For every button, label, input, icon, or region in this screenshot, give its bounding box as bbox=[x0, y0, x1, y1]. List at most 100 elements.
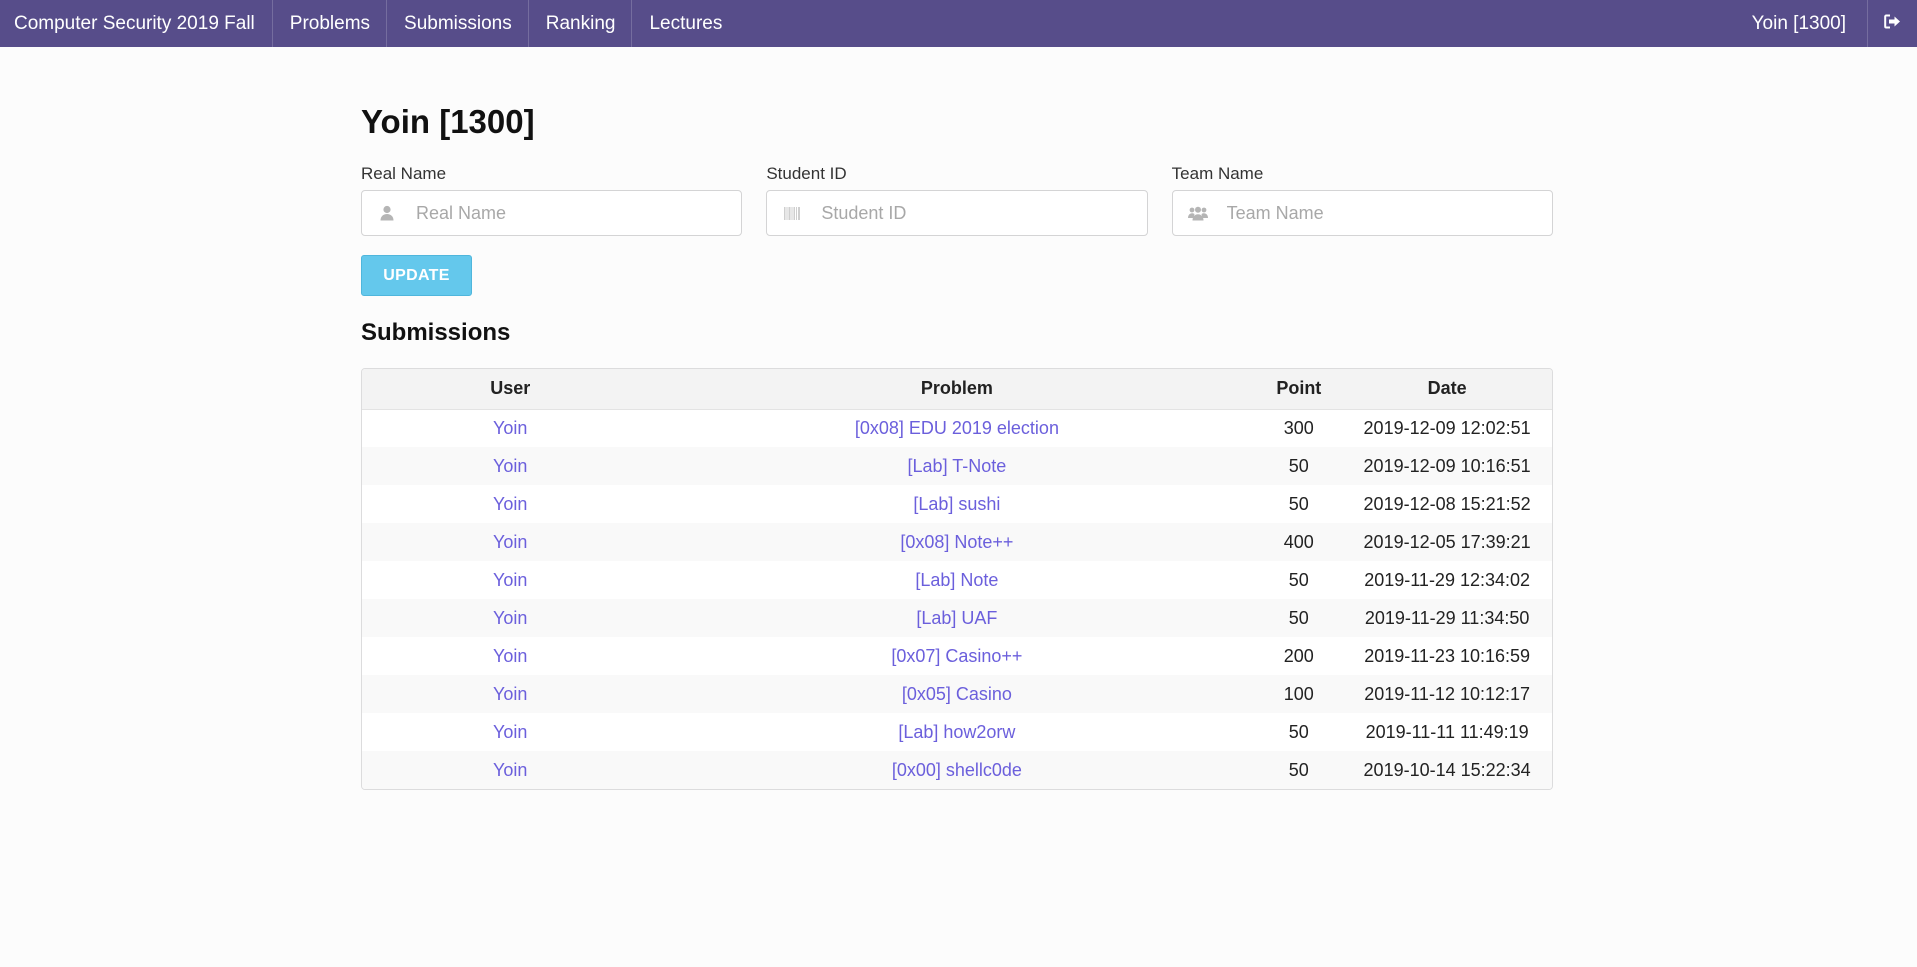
table-row: Yoin [0x08] Note++ 400 2019-12-05 17:39:… bbox=[362, 523, 1552, 561]
user-link[interactable]: Yoin bbox=[493, 722, 527, 742]
column-header-date: Date bbox=[1342, 369, 1552, 410]
user-link[interactable]: Yoin bbox=[493, 760, 527, 780]
real-name-input[interactable] bbox=[362, 191, 742, 235]
user-link[interactable]: Yoin bbox=[493, 608, 527, 628]
submissions-table-container: User Problem Point Date Yoin [0x08] EDU … bbox=[361, 368, 1553, 790]
column-header-user: User bbox=[362, 369, 659, 410]
cell-problem: [Lab] UAF bbox=[658, 599, 1256, 637]
top-navbar: Computer Security 2019 Fall Problems Sub… bbox=[0, 0, 1917, 47]
problem-link[interactable]: [Lab] sushi bbox=[913, 494, 1000, 514]
cell-problem: [Lab] T-Note bbox=[658, 447, 1256, 485]
page-title: Yoin [1300] bbox=[361, 103, 535, 140]
table-row: Yoin [Lab] how2orw 50 2019-11-11 11:49:1… bbox=[362, 713, 1552, 751]
team-name-field-group: Team Name bbox=[1171, 164, 1553, 236]
student-id-label: Student ID bbox=[766, 164, 847, 183]
cell-user: Yoin bbox=[362, 447, 659, 485]
nav-item-lectures[interactable]: Lectures bbox=[632, 0, 739, 47]
table-row: Yoin [Lab] sushi 50 2019-12-08 15:21:52 bbox=[362, 485, 1552, 523]
cell-date: 2019-12-05 17:39:21 bbox=[1342, 523, 1552, 561]
column-header-point: Point bbox=[1255, 369, 1343, 410]
cell-user: Yoin bbox=[362, 523, 659, 561]
cell-date: 2019-11-29 12:34:02 bbox=[1342, 561, 1552, 599]
real-name-field-group: Real Name bbox=[361, 164, 743, 236]
cell-date: 2019-11-29 11:34:50 bbox=[1342, 599, 1552, 637]
table-row: Yoin [0x08] EDU 2019 election 300 2019-1… bbox=[362, 409, 1552, 447]
team-name-input-wrapper bbox=[1171, 190, 1553, 236]
user-link[interactable]: Yoin bbox=[493, 456, 527, 476]
table-row: Yoin [Lab] UAF 50 2019-11-29 11:34:50 bbox=[362, 599, 1552, 637]
cell-problem: [0x08] EDU 2019 election bbox=[658, 409, 1256, 447]
cell-problem: [0x08] Note++ bbox=[658, 523, 1256, 561]
profile-form: Real Name Student ID bbox=[361, 164, 1553, 236]
problem-link[interactable]: [Lab] UAF bbox=[916, 608, 997, 628]
cell-date: 2019-11-23 10:16:59 bbox=[1342, 637, 1552, 675]
table-row: Yoin [Lab] Note 50 2019-11-29 12:34:02 bbox=[362, 561, 1552, 599]
cell-user: Yoin bbox=[362, 561, 659, 599]
cell-problem: [Lab] Note bbox=[658, 561, 1256, 599]
update-button[interactable]: UPDATE bbox=[361, 255, 472, 296]
nav-item-problems[interactable]: Problems bbox=[273, 0, 388, 47]
brand-link[interactable]: Computer Security 2019 Fall bbox=[0, 0, 273, 47]
cell-date: 2019-11-12 10:12:17 bbox=[1342, 675, 1552, 713]
table-row: Yoin [0x00] shellc0de 50 2019-10-14 15:2… bbox=[362, 751, 1552, 789]
cell-point: 400 bbox=[1255, 523, 1343, 561]
navbar-spacer bbox=[739, 0, 1734, 47]
column-header-problem: Problem bbox=[658, 369, 1256, 410]
submissions-table: User Problem Point Date Yoin [0x08] EDU … bbox=[362, 369, 1552, 789]
cell-problem: [0x07] Casino++ bbox=[658, 637, 1256, 675]
cell-point: 50 bbox=[1255, 447, 1343, 485]
cell-point: 200 bbox=[1255, 637, 1343, 675]
cell-point: 300 bbox=[1255, 409, 1343, 447]
cell-user: Yoin bbox=[362, 675, 659, 713]
cell-problem: [0x05] Casino bbox=[658, 675, 1256, 713]
cell-date: 2019-12-08 15:21:52 bbox=[1342, 485, 1552, 523]
problem-link[interactable]: [Lab] how2orw bbox=[898, 722, 1015, 742]
table-header-row: User Problem Point Date bbox=[362, 369, 1552, 410]
user-link[interactable]: Yoin bbox=[493, 684, 527, 704]
problem-link[interactable]: [0x08] Note++ bbox=[900, 532, 1013, 552]
cell-point: 50 bbox=[1255, 561, 1343, 599]
problem-link[interactable]: [Lab] Note bbox=[915, 570, 998, 590]
cell-date: 2019-12-09 10:16:51 bbox=[1342, 447, 1552, 485]
logout-button[interactable] bbox=[1868, 0, 1917, 47]
problem-link[interactable]: [0x00] shellc0de bbox=[892, 760, 1022, 780]
student-id-field-group: Student ID bbox=[766, 164, 1148, 236]
problem-link[interactable]: [0x08] EDU 2019 election bbox=[855, 418, 1059, 438]
sign-out-icon bbox=[1884, 13, 1901, 35]
user-link[interactable]: Yoin bbox=[493, 532, 527, 552]
cell-problem: [Lab] how2orw bbox=[658, 713, 1256, 751]
cell-date: 2019-11-11 11:49:19 bbox=[1342, 713, 1552, 751]
cell-problem: [0x00] shellc0de bbox=[658, 751, 1256, 789]
student-id-input[interactable] bbox=[767, 191, 1147, 235]
nav-item-submissions[interactable]: Submissions bbox=[387, 0, 529, 47]
problem-link[interactable]: [Lab] T-Note bbox=[908, 456, 1007, 476]
user-link[interactable]: Yoin bbox=[493, 646, 527, 666]
cell-user: Yoin bbox=[362, 637, 659, 675]
cell-point: 50 bbox=[1255, 713, 1343, 751]
user-link[interactable]: Yoin bbox=[493, 570, 527, 590]
real-name-label: Real Name bbox=[361, 164, 447, 183]
user-link[interactable]: Yoin bbox=[493, 494, 527, 514]
problem-link[interactable]: [0x07] Casino++ bbox=[891, 646, 1022, 666]
team-name-input[interactable] bbox=[1172, 191, 1552, 235]
cell-point: 50 bbox=[1255, 599, 1343, 637]
nav-user-profile[interactable]: Yoin [1300] bbox=[1735, 0, 1869, 47]
problem-link[interactable]: [0x05] Casino bbox=[902, 684, 1012, 704]
cell-date: 2019-10-14 15:22:34 bbox=[1342, 751, 1552, 789]
cell-user: Yoin bbox=[362, 713, 659, 751]
cell-date: 2019-12-09 12:02:51 bbox=[1342, 409, 1552, 447]
nav-item-ranking[interactable]: Ranking bbox=[529, 0, 633, 47]
cell-point: 50 bbox=[1255, 485, 1343, 523]
cell-user: Yoin bbox=[362, 409, 659, 447]
cell-user: Yoin bbox=[362, 599, 659, 637]
real-name-input-wrapper bbox=[361, 190, 743, 236]
user-link[interactable]: Yoin bbox=[493, 418, 527, 438]
cell-user: Yoin bbox=[362, 751, 659, 789]
cell-point: 50 bbox=[1255, 751, 1343, 789]
table-row: Yoin [0x05] Casino 100 2019-11-12 10:12:… bbox=[362, 675, 1552, 713]
cell-user: Yoin bbox=[362, 485, 659, 523]
student-id-input-wrapper bbox=[766, 190, 1148, 236]
cell-point: 100 bbox=[1255, 675, 1343, 713]
cell-problem: [Lab] sushi bbox=[658, 485, 1256, 523]
submissions-heading: Submissions bbox=[361, 319, 511, 346]
